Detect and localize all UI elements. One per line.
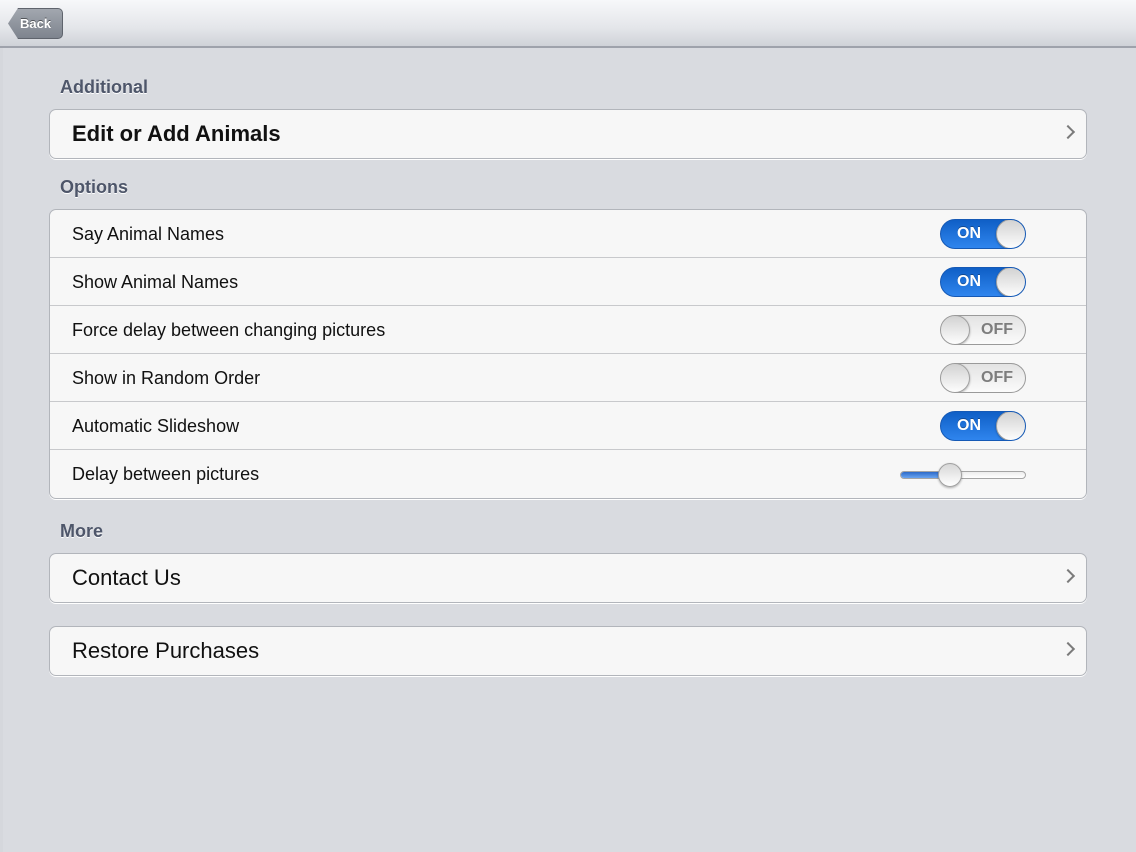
delay-slider-track[interactable]: [900, 471, 1026, 479]
toggle-knob: [996, 220, 1025, 248]
option-row-show-animal-names: Show Animal Names ON: [50, 258, 1086, 306]
section-header-more: More: [60, 521, 104, 541]
toggle-state-text: OFF: [981, 369, 1013, 386]
options-group: Say Animal Names ON Show Animal Names ON…: [49, 209, 1087, 499]
option-label: Force delay between changing pictures: [72, 320, 386, 340]
say-animal-names-toggle[interactable]: ON: [940, 219, 1026, 249]
section-header-options: Options: [60, 177, 128, 197]
toggle-knob: [996, 412, 1025, 440]
more-group: Contact Us: [49, 553, 1087, 603]
option-label: Show in Random Order: [72, 368, 261, 388]
back-button[interactable]: Back: [8, 8, 63, 39]
contact-us-row[interactable]: Contact Us: [50, 554, 1086, 602]
chevron-right-icon: [1060, 641, 1076, 657]
toggle-state-text: ON: [957, 273, 981, 290]
random-order-toggle[interactable]: OFF: [940, 363, 1026, 393]
navigation-bar: Back: [0, 0, 1136, 48]
force-delay-toggle[interactable]: OFF: [940, 315, 1026, 345]
edit-animals-label: Edit or Add Animals: [72, 121, 281, 146]
show-animal-names-toggle[interactable]: ON: [940, 267, 1026, 297]
toggle-state-text: ON: [957, 417, 981, 434]
automatic-slideshow-toggle[interactable]: ON: [940, 411, 1026, 441]
option-row-random-order: Show in Random Order OFF: [50, 354, 1086, 402]
toggle-knob: [996, 268, 1025, 296]
toggle-knob: [941, 316, 970, 344]
option-row-force-delay: Force delay between changing pictures OF…: [50, 306, 1086, 354]
chevron-right-icon: [1060, 124, 1076, 140]
option-label: Delay between pictures: [72, 464, 260, 484]
restore-group: Restore Purchases: [49, 626, 1087, 676]
restore-purchases-label: Restore Purchases: [72, 638, 260, 663]
section-header-additional: Additional: [60, 77, 148, 97]
option-label: Automatic Slideshow: [72, 416, 240, 436]
toggle-knob: [941, 364, 970, 392]
option-label: Say Animal Names: [72, 224, 225, 244]
option-row-say-animal-names: Say Animal Names ON: [50, 210, 1086, 258]
additional-group: Edit or Add Animals: [49, 109, 1087, 159]
restore-purchases-row[interactable]: Restore Purchases: [50, 627, 1086, 675]
toggle-state-text: OFF: [981, 321, 1013, 338]
option-row-automatic-slideshow: Automatic Slideshow ON: [50, 402, 1086, 450]
option-label: Show Animal Names: [72, 272, 239, 292]
toggle-state-text: ON: [957, 225, 981, 242]
delay-slider-thumb[interactable]: [938, 463, 963, 487]
option-row-delay-between-pictures: Delay between pictures: [50, 450, 1086, 498]
chevron-right-icon: [1060, 568, 1076, 584]
contact-us-label: Contact Us: [72, 565, 181, 590]
edit-animals-row[interactable]: Edit or Add Animals: [50, 110, 1086, 158]
